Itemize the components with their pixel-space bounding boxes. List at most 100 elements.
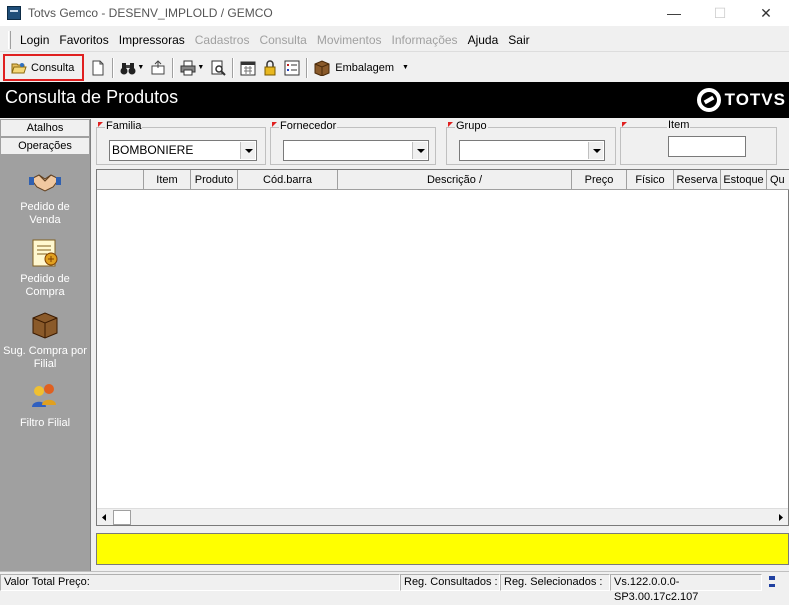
message-bar (96, 533, 789, 565)
consulta-button[interactable]: Consulta (3, 54, 85, 81)
horizontal-scrollbar[interactable] (97, 508, 788, 525)
menu-impressoras[interactable]: Impressoras (114, 30, 190, 50)
sidebar-item-label: Pedido de Compra (20, 273, 70, 298)
menu-bar: Login Favoritos Impressoras Cadastros Co… (0, 28, 789, 52)
column-header-fisico[interactable]: Físico (627, 170, 674, 190)
tab-atalhos[interactable]: Atalhos (0, 119, 90, 137)
lock-button[interactable] (259, 56, 281, 80)
sidebar-item-sug-compra-por-filial[interactable]: Sug. Compra por Filial (0, 309, 90, 371)
sidebar-item-filtro-filial[interactable]: Filtro Filial (0, 381, 90, 430)
column-header-select[interactable] (97, 170, 144, 190)
package-icon (314, 59, 330, 77)
folder-open-icon (11, 60, 27, 76)
menu-movimentos[interactable]: Movimentos (312, 30, 387, 50)
grupo-label: Grupo (455, 120, 488, 133)
purchase-order-icon (29, 237, 61, 269)
familia-label: Familia (105, 120, 143, 133)
handshake-icon (29, 165, 61, 197)
print-preview-button[interactable] (207, 56, 229, 80)
required-marker (98, 122, 103, 127)
column-header-produto[interactable]: Produto (191, 170, 238, 190)
embalagem-label: Embalagem (335, 61, 394, 74)
grupo-select[interactable] (459, 140, 605, 161)
close-button[interactable]: ✕ (743, 0, 789, 26)
embalagem-button[interactable]: Embalagem ▼ (311, 56, 412, 80)
toolbar-separator (232, 57, 235, 78)
chevron-down-icon[interactable] (412, 142, 427, 159)
chevron-down-icon[interactable] (240, 142, 255, 159)
sidebar-item-pedido-de-venda[interactable]: Pedido de Venda (0, 165, 90, 227)
reg-consultados: Reg. Consultados : (400, 573, 500, 591)
menu-informacoes[interactable]: Informações (387, 30, 463, 50)
chevron-down-icon: ▼ (197, 64, 205, 71)
find-button[interactable]: ▼ (117, 56, 147, 80)
sidebar: Atalhos Operações Pedido de Venda Pedido… (0, 119, 91, 571)
grupo-group: Grupo (446, 120, 616, 165)
column-header-descricao[interactable]: Descrição / (338, 170, 572, 190)
filter-people-icon (29, 381, 61, 413)
chevron-down-icon[interactable] (588, 142, 603, 159)
scroll-thumb[interactable] (113, 510, 131, 525)
familia-select[interactable]: BOMBONIERE (109, 140, 257, 161)
column-header-estoque[interactable]: Estoque (721, 170, 767, 190)
network-status-icon (762, 574, 782, 591)
box-icon (29, 309, 61, 341)
toolbar-separator (306, 57, 309, 78)
new-document-icon (90, 60, 106, 76)
totvs-logo: TOTVS (696, 88, 786, 112)
menu-sair[interactable]: Sair (503, 30, 534, 50)
minimize-button[interactable]: — (651, 0, 697, 26)
column-header-reserva[interactable]: Reserva (674, 170, 721, 190)
products-grid[interactable]: Item Produto Cód.barra Descrição / Preço… (96, 169, 789, 526)
item-input[interactable] (668, 136, 746, 157)
item-group: Item (620, 119, 777, 165)
column-header-cod-barra[interactable]: Cód.barra (238, 170, 338, 190)
sidebar-item-pedido-de-compra[interactable]: Pedido de Compra (0, 237, 90, 299)
reg-selecionados: Reg. Selecionados : (500, 573, 610, 591)
calendar-icon (240, 60, 256, 76)
totvs-logo-icon (696, 88, 721, 112)
menu-cadastros[interactable]: Cadastros (190, 30, 255, 50)
column-header-quantidade[interactable]: Qu (767, 170, 789, 190)
required-marker (622, 122, 627, 127)
page-header: Consulta de Produtos TOTVS (0, 82, 789, 118)
required-marker (272, 122, 277, 127)
column-header-preco[interactable]: Preço (572, 170, 627, 190)
new-document-button[interactable] (87, 56, 109, 80)
item-label: Item (667, 119, 691, 132)
toolbar-separator (112, 57, 115, 78)
toolbar: Consulta ▼ ▼ Embalagem ▼ (0, 53, 789, 82)
scroll-left-button[interactable] (97, 510, 112, 525)
consulta-label: Consulta (31, 61, 75, 74)
status-bar: Valor Total Preço: Reg. Consultados : Re… (0, 571, 789, 603)
scroll-right-button[interactable] (773, 510, 788, 525)
required-marker (448, 122, 453, 127)
tab-operacoes[interactable]: Operações (0, 137, 90, 155)
grid-header: Item Produto Cód.barra Descrição / Preço… (97, 170, 789, 190)
export-icon (150, 59, 166, 76)
sidebar-item-label: Sug. Compra por Filial (3, 345, 87, 370)
calendar-button[interactable] (237, 56, 259, 80)
menu-login[interactable]: Login (15, 30, 54, 50)
menu-grip (8, 30, 11, 49)
filter-panel: Familia BOMBONIERE Fornecedor Grupo Item (94, 119, 789, 169)
toolbar-separator (172, 57, 175, 78)
fornecedor-group: Fornecedor (270, 120, 436, 165)
menu-ajuda[interactable]: Ajuda (463, 30, 504, 50)
menu-favoritos[interactable]: Favoritos (54, 30, 113, 50)
fornecedor-label: Fornecedor (279, 120, 338, 133)
binoculars-icon (120, 60, 136, 76)
column-header-item[interactable]: Item (144, 170, 191, 190)
list-button[interactable] (281, 56, 303, 80)
menu-consulta[interactable]: Consulta (254, 30, 311, 50)
valor-total-preco: Valor Total Preço: (0, 573, 400, 591)
page-title: Consulta de Produtos (5, 87, 179, 107)
app-icon (7, 6, 21, 20)
sidebar-item-label: Filtro Filial (19, 417, 71, 429)
print-button[interactable]: ▼ (177, 56, 207, 80)
lock-icon (262, 59, 278, 76)
window-controls: — ☐ ✕ (651, 0, 789, 26)
export-button[interactable] (147, 56, 169, 80)
fornecedor-select[interactable] (283, 140, 429, 161)
maximize-button[interactable]: ☐ (697, 0, 743, 26)
